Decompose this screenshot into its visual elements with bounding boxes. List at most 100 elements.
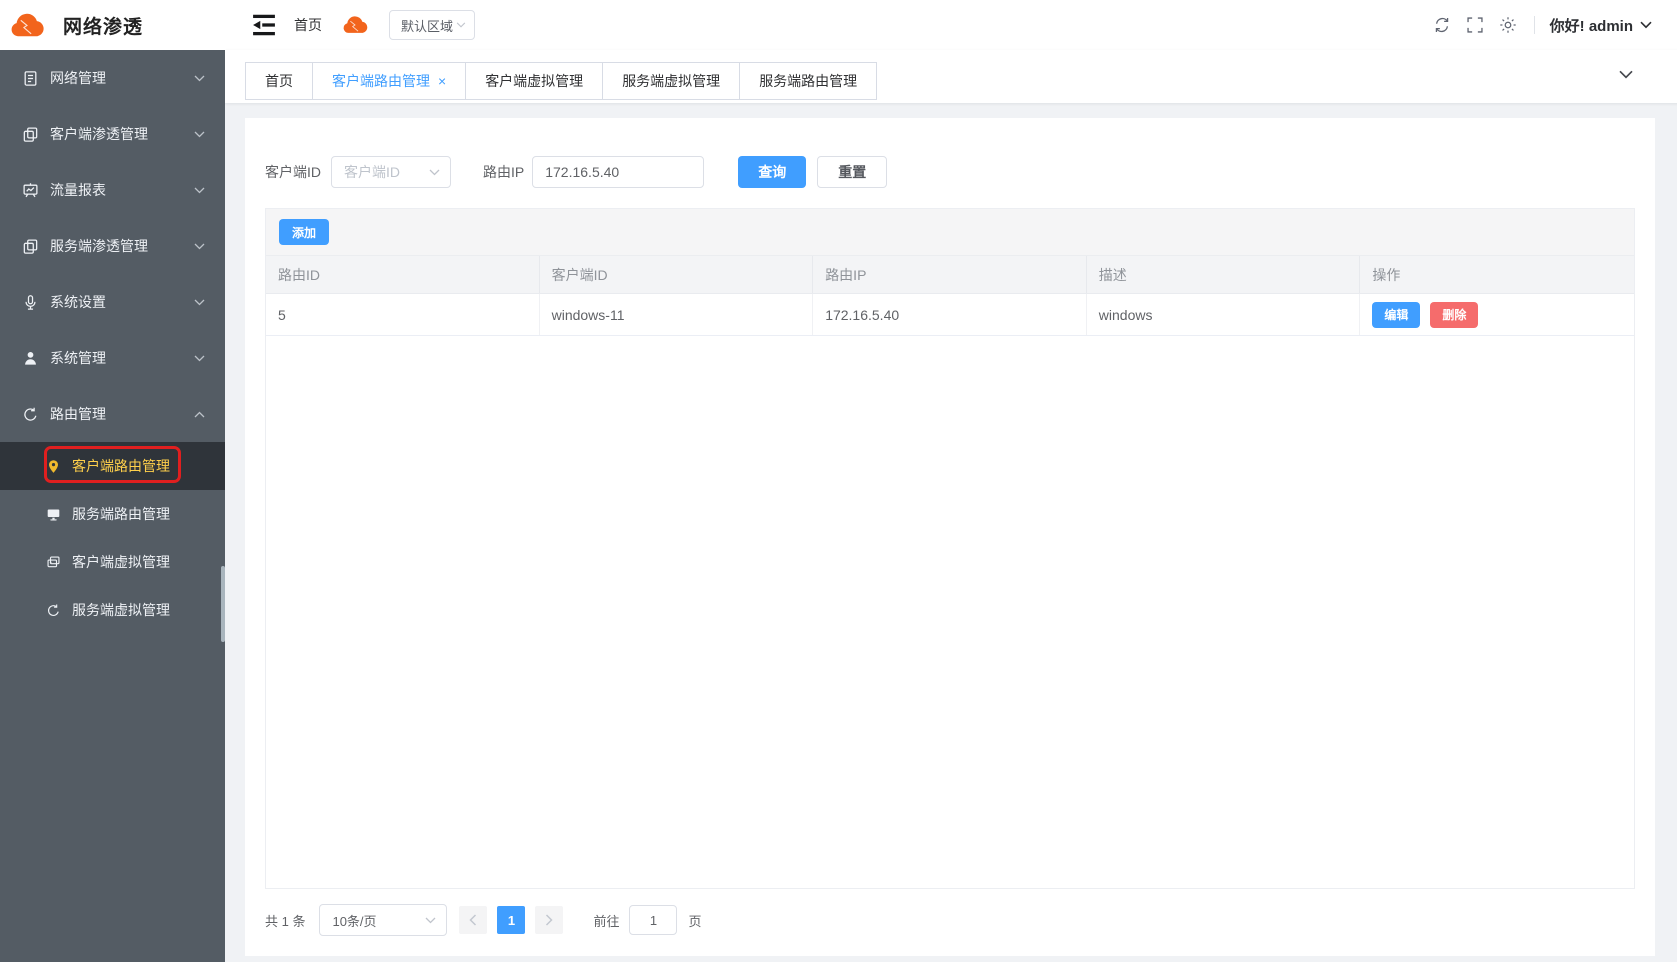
- chevron-down-icon: [194, 299, 205, 306]
- sidebar-item-label: 服务端虚拟管理: [72, 600, 170, 620]
- region-select[interactable]: 默认区域: [389, 10, 475, 40]
- cloud-icon: [341, 15, 369, 35]
- sidebar-item-label: 路由管理: [50, 404, 106, 424]
- sidebar-item-server-virtual-admin[interactable]: 服务端虚拟管理: [0, 586, 225, 634]
- theme-sun-icon[interactable]: [1499, 16, 1517, 34]
- main-content: 客户端ID 客户端ID 路由IP 查询 重置 添加 路由ID 客户端ID 路由I…: [225, 103, 1680, 962]
- sidebar-menu: 网络管理 客户端渗透管理 流量报表 服务端渗透管理: [0, 50, 225, 634]
- copy-icon: [22, 238, 39, 255]
- topbar: 首页 默认区域 你好! admin: [225, 0, 1680, 50]
- sidebar-item-label: 服务端路由管理: [72, 504, 170, 524]
- table-header: 路由ID 客户端ID 路由IP 描述 操作: [266, 256, 1634, 294]
- sidebar-item-system-admin[interactable]: 系统管理: [0, 330, 225, 386]
- sidebar-item-traffic-report[interactable]: 流量报表: [0, 162, 225, 218]
- column-header-route-id: 路由ID: [266, 256, 540, 293]
- chevron-down-icon: [425, 917, 436, 924]
- sidebar-item-label: 客户端渗透管理: [50, 124, 148, 144]
- next-page-button[interactable]: [535, 906, 563, 934]
- route-ip-input[interactable]: [532, 156, 704, 188]
- sidebar: 网络渗透 网络管理 客户端渗透管理 流量报表: [0, 0, 225, 962]
- sidebar-item-client-pen[interactable]: 客户端渗透管理: [0, 106, 225, 162]
- sidebar-fold-icon[interactable]: [250, 13, 278, 37]
- sidebar-item-network[interactable]: 网络管理: [0, 50, 225, 106]
- page-size-value: 10条/页: [332, 911, 376, 930]
- table-empty-area: [266, 336, 1634, 888]
- tab-label: 客户端路由管理: [332, 73, 430, 89]
- tab-home[interactable]: 首页: [245, 62, 313, 100]
- tab-label: 服务端虚拟管理: [622, 73, 720, 89]
- chevron-down-icon: [194, 355, 205, 362]
- delete-button[interactable]: 删除: [1430, 302, 1478, 328]
- sidebar-item-server-pen[interactable]: 服务端渗透管理: [0, 218, 225, 274]
- app-title: 网络渗透: [63, 12, 143, 39]
- sidebar-item-label: 客户端路由管理: [72, 456, 170, 476]
- sidebar-item-client-virtual-admin[interactable]: 客户端虚拟管理: [0, 538, 225, 586]
- cell-client-id: windows-11: [540, 294, 814, 335]
- reset-button[interactable]: 重置: [817, 156, 887, 188]
- client-id-select[interactable]: 客户端ID: [331, 156, 451, 188]
- sidebar-item-server-route-admin[interactable]: 服务端路由管理: [0, 490, 225, 538]
- tab-label: 首页: [265, 73, 293, 89]
- tab-client-virtual-admin[interactable]: 客户端虚拟管理: [465, 62, 603, 100]
- refresh-icon[interactable]: [1433, 16, 1451, 34]
- chevron-down-icon: [194, 131, 205, 138]
- user-greeting: 你好! admin: [1550, 15, 1633, 36]
- pagination: 共 1 条 10条/页 1 前往 页: [265, 904, 1635, 936]
- goto-page-input[interactable]: [629, 905, 677, 935]
- document-icon: [22, 70, 39, 87]
- sidebar-scrollbar[interactable]: [221, 566, 225, 642]
- cloud-logo-icon: [8, 12, 46, 39]
- page-size-select[interactable]: 10条/页: [319, 904, 447, 936]
- column-header-client-id: 客户端ID: [540, 256, 814, 293]
- sidebar-item-route-admin[interactable]: 路由管理: [0, 386, 225, 442]
- copy-icon: [22, 126, 39, 143]
- user-menu[interactable]: 你好! admin: [1550, 15, 1652, 36]
- client-id-label: 客户端ID: [265, 162, 321, 182]
- cell-route-id: 5: [266, 294, 540, 335]
- sidebar-item-label: 系统管理: [50, 348, 106, 368]
- monitor-icon: [46, 507, 61, 522]
- table-row: 5 windows-11 172.16.5.40 windows 编辑 删除: [266, 294, 1634, 336]
- sidebar-item-label: 服务端渗透管理: [50, 236, 148, 256]
- region-select-value: 默认区域: [401, 16, 453, 35]
- table-container: 添加 路由ID 客户端ID 路由IP 描述 操作 5 windows-11 17…: [265, 208, 1635, 889]
- refresh-icon: [46, 603, 61, 618]
- picture-icon: [46, 555, 61, 570]
- app-logo-bar: 网络渗透: [0, 0, 225, 50]
- chevron-down-icon: [194, 243, 205, 250]
- tab-client-route-admin[interactable]: 客户端路由管理 ×: [312, 62, 466, 100]
- topbar-actions: 你好! admin: [1418, 15, 1652, 36]
- tab-server-virtual-admin[interactable]: 服务端虚拟管理: [602, 62, 740, 100]
- page-number-1[interactable]: 1: [497, 906, 525, 934]
- chevron-up-icon: [194, 411, 205, 418]
- sidebar-item-label: 客户端虚拟管理: [72, 552, 170, 572]
- tabbar: 首页 客户端路由管理 × 客户端虚拟管理 服务端虚拟管理 服务端路由管理: [225, 50, 1680, 103]
- sidebar-item-label: 流量报表: [50, 180, 106, 200]
- location-pin-icon: [46, 459, 61, 474]
- refresh-icon: [22, 406, 39, 423]
- user-icon: [22, 350, 39, 367]
- table-toolbar: 添加: [266, 209, 1634, 256]
- filter-bar: 客户端ID 客户端ID 路由IP 查询 重置: [265, 118, 1635, 188]
- fullscreen-icon[interactable]: [1466, 16, 1484, 34]
- chevron-down-icon: [429, 169, 440, 176]
- chevron-down-icon: [1640, 21, 1652, 29]
- chart-board-icon: [22, 182, 39, 199]
- tab-label: 客户端虚拟管理: [485, 73, 583, 89]
- client-id-select-placeholder: 客户端ID: [344, 162, 400, 182]
- sidebar-item-system-settings[interactable]: 系统设置: [0, 274, 225, 330]
- prev-page-button[interactable]: [459, 906, 487, 934]
- column-header-desc: 描述: [1087, 256, 1361, 293]
- cell-actions: 编辑 删除: [1360, 294, 1634, 335]
- search-button[interactable]: 查询: [738, 156, 806, 188]
- tab-label: 服务端路由管理: [759, 73, 857, 89]
- sidebar-item-client-route-admin[interactable]: 客户端路由管理: [0, 442, 225, 490]
- add-button[interactable]: 添加: [279, 219, 329, 245]
- edit-button[interactable]: 编辑: [1372, 302, 1420, 328]
- close-icon[interactable]: ×: [438, 73, 446, 89]
- breadcrumb[interactable]: 首页: [294, 15, 322, 35]
- goto-label: 前往: [593, 911, 619, 930]
- tab-server-route-admin[interactable]: 服务端路由管理: [739, 62, 877, 100]
- tabs-dropdown-chevron-icon[interactable]: [1619, 70, 1633, 79]
- microphone-icon: [22, 294, 39, 311]
